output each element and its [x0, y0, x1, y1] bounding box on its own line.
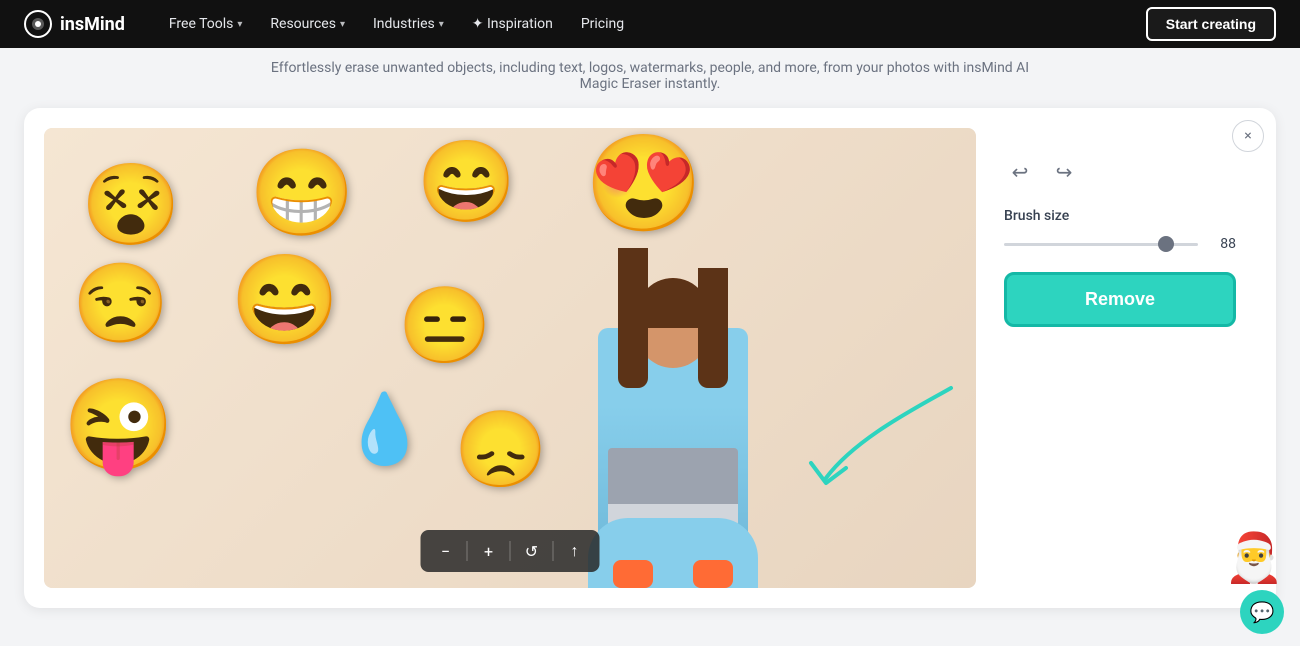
nav-free-tools[interactable]: Free Tools ▾ [157, 10, 255, 38]
nav-industries[interactable]: Industries ▾ [361, 10, 456, 38]
undo-redo-controls: ↩ ↪ [1004, 148, 1236, 188]
chevron-down-icon: ▾ [439, 19, 444, 30]
hair-right [698, 268, 728, 388]
brush-section: Brush size 88 [1004, 208, 1236, 252]
girl-photo [417, 174, 930, 588]
reset-button[interactable]: ↺ [517, 536, 547, 566]
nav-links: Free Tools ▾ Resources ▾ Industries ▾ ✦ … [157, 10, 1146, 38]
divider3 [553, 541, 554, 561]
chevron-down-icon: ▾ [340, 19, 345, 30]
brush-size-label: Brush size [1004, 208, 1236, 224]
divider2 [510, 541, 511, 561]
hair-left [618, 248, 648, 388]
chat-widget[interactable]: 💬 [1240, 590, 1284, 634]
santa-widget[interactable]: 🎅 [1224, 529, 1284, 586]
chat-icon: 💬 [1250, 600, 1275, 624]
editor-card: 😵😁😄😍😒😄😑😜💧😞 − + ↺ ↑ × [24, 108, 1276, 608]
subtitle-text: Effortlessly erase unwanted objects, inc… [250, 48, 1050, 108]
logo[interactable]: insMind [24, 10, 125, 38]
nav-resources[interactable]: Resources ▾ [258, 10, 357, 38]
brush-slider-row: 88 [1004, 236, 1236, 252]
remove-button[interactable]: Remove [1004, 272, 1236, 327]
zoom-out-button[interactable]: − [431, 536, 461, 566]
zoom-in-button[interactable]: + [474, 536, 504, 566]
upload-button[interactable]: ↑ [560, 536, 590, 566]
nav-pricing[interactable]: Pricing [569, 10, 636, 38]
navbar: insMind Free Tools ▾ Resources ▾ Industr… [0, 0, 1300, 48]
undo-button[interactable]: ↩ [1004, 156, 1036, 188]
editor-sidebar: × ↩ ↪ Brush size 88 Remove [976, 128, 1256, 588]
brush-size-slider[interactable] [1004, 243, 1198, 246]
shoe-right [693, 560, 733, 588]
canvas-image[interactable]: 😵😁😄😍😒😄😑😜💧😞 [44, 128, 976, 588]
start-creating-button[interactable]: Start creating [1146, 7, 1276, 41]
divider [467, 541, 468, 561]
laptop-screen [608, 448, 738, 504]
page-content: Effortlessly erase unwanted objects, inc… [0, 0, 1300, 646]
nav-inspiration[interactable]: ✦ Inspiration [460, 10, 565, 38]
canvas-controls: − + ↺ ↑ [421, 530, 600, 572]
brush-size-value: 88 [1208, 236, 1236, 252]
redo-button[interactable]: ↪ [1048, 156, 1080, 188]
logo-text: insMind [60, 14, 125, 35]
chevron-down-icon: ▾ [237, 19, 242, 30]
close-button[interactable]: × [1232, 120, 1264, 152]
shoe-left [613, 560, 653, 588]
laptop [608, 448, 738, 528]
canvas-area: 😵😁😄😍😒😄😑😜💧😞 − + ↺ ↑ [44, 128, 976, 588]
